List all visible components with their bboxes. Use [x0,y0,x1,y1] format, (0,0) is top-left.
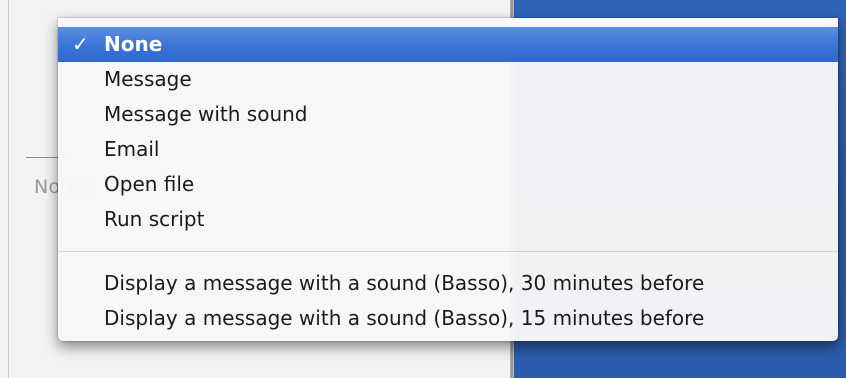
menu-item-recent-basso-15[interactable]: Display a message with a sound (Basso), … [58,301,838,336]
menu-item-none[interactable]: ✓ None [58,27,838,62]
menu-item-recent-basso-30[interactable]: Display a message with a sound (Basso), … [58,266,838,301]
menu-top-edge [58,18,838,27]
checkmark-icon: ✓ [72,32,89,56]
menu-item-label: Open file [104,172,195,196]
menu-item-open-file[interactable]: Open file [58,167,838,202]
menu-item-message-with-sound[interactable]: Message with sound [58,97,838,132]
menu-item-message[interactable]: Message [58,62,838,97]
menu-item-label: None [104,32,163,56]
menu-item-label: Email [104,137,160,161]
background-window-edge [8,0,9,378]
menu-item-label: Display a message with a sound (Basso), … [104,271,705,295]
menu-item-email[interactable]: Email [58,132,838,167]
menu-item-run-script[interactable]: Run script [58,202,838,237]
menu-separator [58,251,838,252]
menu-item-label: Display a message with a sound (Basso), … [104,306,705,330]
alarm-popup-menu: ✓ None Message Message with sound Email … [58,18,838,341]
menu-item-label: Message [104,67,192,91]
menu-item-label: Message with sound [104,102,308,126]
menu-item-label: Run script [104,207,205,231]
